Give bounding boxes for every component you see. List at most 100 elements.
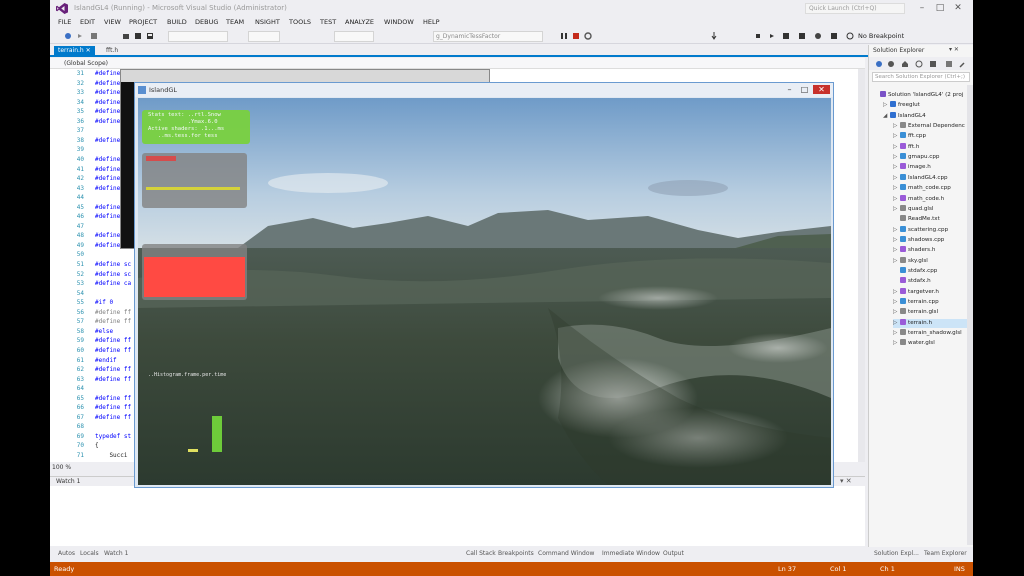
step-into-icon[interactable]: [710, 32, 718, 40]
breakpoint-icon[interactable]: [814, 32, 822, 40]
expand-arrow-icon[interactable]: ▷: [893, 339, 900, 348]
scope-dropdown[interactable]: (Global Scope): [56, 59, 296, 68]
expand-arrow-icon[interactable]: ▷: [893, 288, 900, 297]
pause-icon[interactable]: [560, 32, 568, 40]
editor-scrollbar[interactable]: [858, 69, 865, 462]
tab-solution-explorer[interactable]: Solution Expl...: [874, 550, 919, 557]
menu-window[interactable]: WINDOW: [384, 18, 414, 26]
stop-icon[interactable]: [572, 32, 580, 40]
tree-item[interactable]: ▷ targetver.h: [893, 287, 967, 297]
menu-project[interactable]: PROJECT: [129, 18, 157, 26]
menu-edit[interactable]: EDIT: [80, 18, 95, 26]
tab-command-window[interactable]: Command Window: [538, 550, 594, 557]
tree-item[interactable]: ▷ shaders.h: [893, 246, 967, 255]
back-icon[interactable]: [875, 60, 883, 68]
tab-autos[interactable]: Autos: [58, 550, 75, 557]
tree-item[interactable]: ▷ terrain_shadow.glsl: [893, 329, 967, 338]
tab-call-stack[interactable]: Call Stack: [466, 550, 496, 557]
step-over-icon[interactable]: [754, 32, 762, 40]
expand-arrow-icon[interactable]: ▷: [893, 122, 900, 131]
tree-item[interactable]: ▷ IslandGL4.cpp: [893, 173, 967, 183]
islandgl-window[interactable]: IslandGL – □ ✕ Stats text: ..rtl.Snow ^ …: [134, 82, 834, 488]
expand-arrow-icon[interactable]: ▷: [893, 308, 900, 317]
tree-item[interactable]: ▷ terrain.glsl: [893, 308, 967, 317]
expand-arrow-icon[interactable]: ▷: [883, 101, 890, 110]
forward-icon[interactable]: [887, 60, 895, 68]
no-breakpoint-icon[interactable]: [846, 32, 854, 40]
menu-test[interactable]: TEST: [320, 18, 336, 26]
tab-output[interactable]: Output: [663, 550, 684, 557]
expand-arrow-icon[interactable]: ▷: [893, 195, 900, 204]
menu-team[interactable]: TEAM: [226, 18, 244, 26]
tab-team-explorer[interactable]: Team Explorer: [924, 550, 967, 557]
no-breakpoint-label[interactable]: No Breakpoint: [858, 32, 904, 40]
back-icon[interactable]: [64, 32, 72, 40]
tree-item[interactable]: stdafx.cpp: [893, 266, 967, 276]
menu-debug[interactable]: DEBUG: [195, 18, 218, 26]
solution-explorer-controls-icon[interactable]: ▾ ✕: [949, 46, 959, 53]
expand-arrow-icon[interactable]: ▷: [893, 153, 900, 162]
expand-arrow-icon[interactable]: ▷: [893, 143, 900, 152]
open-file-icon[interactable]: [122, 32, 130, 40]
expand-arrow-icon[interactable]: ▷: [893, 236, 900, 245]
show-threads-icon[interactable]: [782, 32, 790, 40]
ocean-render-viewport[interactable]: Stats text: ..rtl.Snow ^ .Ymax.6.0 Activ…: [138, 98, 831, 485]
expand-arrow-icon[interactable]: ▷: [893, 226, 900, 235]
tree-item[interactable]: ▷ water.glsl: [893, 339, 967, 348]
settings-overlay[interactable]: [142, 153, 247, 208]
close-tab-icon[interactable]: ✕: [86, 47, 91, 54]
expand-arrow-icon[interactable]: ▷: [893, 174, 900, 183]
restart-icon[interactable]: [584, 32, 592, 40]
forward-icon[interactable]: [76, 32, 84, 40]
expand-arrow-icon[interactable]: ▷: [893, 132, 900, 141]
tree-item[interactable]: stdafx.h: [893, 277, 967, 286]
tab-watch-1[interactable]: Watch 1: [104, 550, 128, 557]
tree-item[interactable]: ▷ fft.h: [893, 142, 967, 152]
gl-close-button[interactable]: ✕: [813, 85, 830, 94]
expand-arrow-icon[interactable]: ◢: [883, 112, 890, 121]
tree-item[interactable]: ◢ IslandGL4: [883, 111, 967, 121]
expand-arrow-icon[interactable]: ▷: [893, 329, 900, 338]
tab-locals[interactable]: Locals: [80, 550, 99, 557]
menu-nsight[interactable]: NSIGHT: [255, 18, 280, 26]
menu-view[interactable]: VIEW: [104, 18, 121, 26]
quick-launch-input[interactable]: Quick Launch (Ctrl+Q): [805, 3, 905, 14]
solution-search-input[interactable]: Search Solution Explorer (Ctrl+;): [872, 72, 970, 82]
menu-help[interactable]: HELP: [423, 18, 440, 26]
maximize-button[interactable]: □: [934, 3, 946, 14]
expand-arrow-icon[interactable]: ▷: [893, 246, 900, 255]
expand-arrow-icon[interactable]: ▷: [893, 298, 900, 307]
wrench-icon[interactable]: [959, 60, 967, 68]
tree-item[interactable]: ▷ math_code.cpp: [893, 184, 967, 193]
stack-frame-combo[interactable]: g_DynamicTessFactor: [433, 31, 543, 42]
hex-display-icon[interactable]: [798, 32, 806, 40]
tree-item[interactable]: ▷ sky.glsl: [893, 256, 967, 266]
step-out-icon[interactable]: [768, 32, 776, 40]
expand-arrow-icon[interactable]: ▷: [893, 205, 900, 214]
gl-maximize-button[interactable]: □: [798, 85, 811, 94]
save-icon[interactable]: [134, 32, 142, 40]
new-project-icon[interactable]: [90, 32, 98, 40]
expand-arrow-icon[interactable]: ▷: [893, 184, 900, 193]
tree-item[interactable]: Solution 'IslandGL4' (2 proj: [873, 91, 967, 100]
tree-item[interactable]: ▷ terrain.cpp: [893, 298, 967, 307]
platform-combo[interactable]: [334, 31, 374, 42]
tree-item[interactable]: ▷ scattering.cpp: [893, 225, 967, 235]
undo-redo-combo[interactable]: [168, 31, 228, 42]
minimize-button[interactable]: –: [916, 3, 928, 14]
tree-item[interactable]: ▷ fft.cpp: [893, 132, 967, 141]
tab-terrain-h[interactable]: terrain.h ✕: [54, 46, 95, 56]
bookmark-icon[interactable]: [830, 32, 838, 40]
menu-file[interactable]: FILE: [58, 18, 71, 26]
tree-item[interactable]: ▷ image.h: [893, 163, 967, 172]
expand-arrow-icon[interactable]: ▷: [893, 257, 900, 266]
zoom-level[interactable]: 100 %: [52, 464, 71, 471]
tab-immediate-window[interactable]: Immediate Window: [602, 550, 660, 557]
watch-pin-icon[interactable]: ▾ ✕: [840, 477, 852, 485]
menu-analyze[interactable]: ANALYZE: [345, 18, 374, 26]
tree-item[interactable]: ▷ External Dependenc: [893, 122, 967, 131]
save-all-icon[interactable]: [146, 32, 154, 40]
tree-item[interactable]: ▷ quad.glsl: [893, 204, 967, 214]
watch-window-body[interactable]: [50, 486, 865, 546]
tree-item[interactable]: ▷ freeglut: [883, 101, 967, 110]
